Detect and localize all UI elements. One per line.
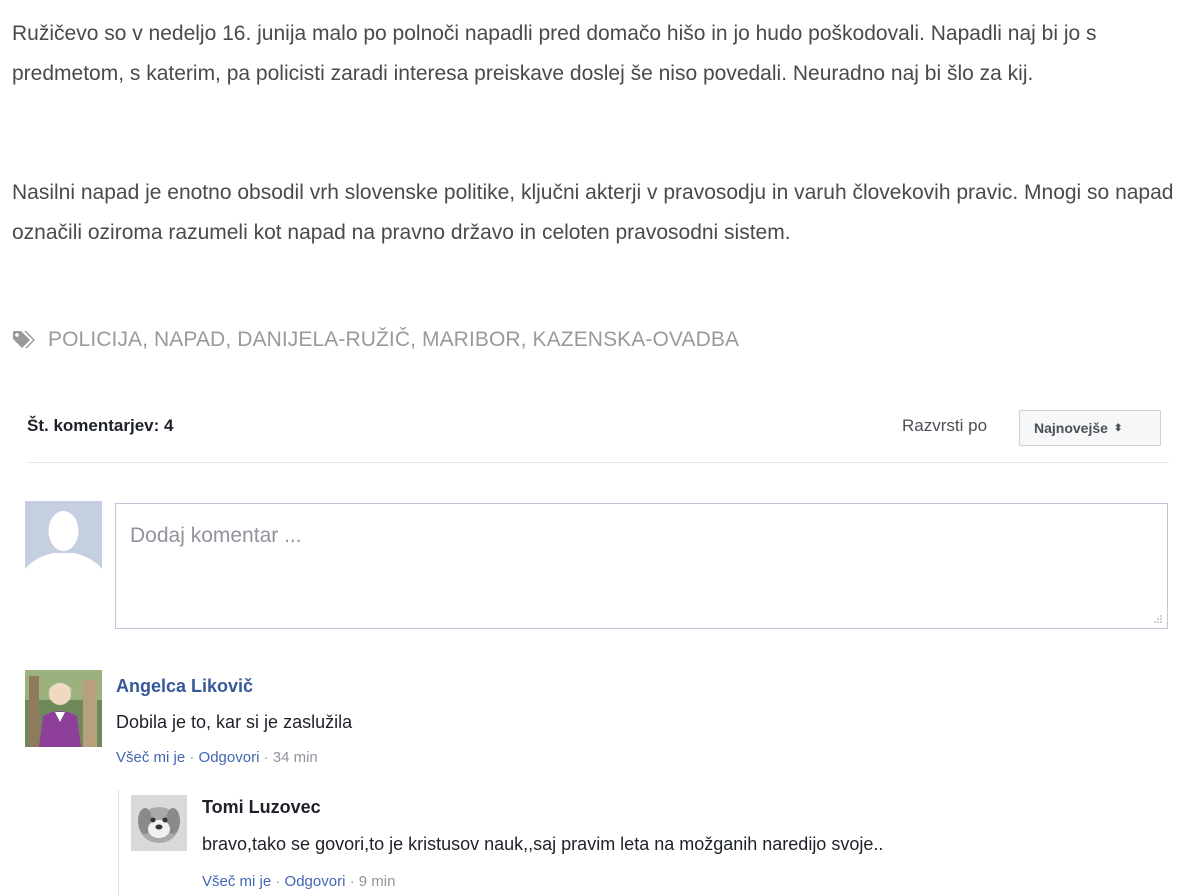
reply-link[interactable]: Odgovori xyxy=(285,873,346,890)
separator: · xyxy=(189,749,195,766)
comment-composer-placeholder: Dodaj komentar ... xyxy=(130,524,302,547)
tag-icon xyxy=(13,331,35,348)
comment-count: Št. komentarjev: 4 xyxy=(27,416,174,435)
like-link[interactable]: Všeč mi je xyxy=(202,873,271,890)
resize-grip-icon[interactable] xyxy=(1153,614,1163,624)
tag-list[interactable]: POLICIJA, NAPAD, DANIJELA-RUŽIČ, MARIBOR… xyxy=(48,328,739,352)
comment-actions: Všeč mi je · Odgovori · 9 min xyxy=(202,873,395,890)
article-paragraph: Nasilni napad je enotno obsodil vrh slov… xyxy=(12,181,1174,244)
comment-timestamp[interactable]: 9 min xyxy=(359,873,396,890)
article-paragraph: Ružičevo so v nedeljo 16. junija malo po… xyxy=(12,22,1097,85)
avatar xyxy=(25,501,102,578)
separator: · xyxy=(349,873,355,890)
sort-label: Razvrsti po xyxy=(902,416,988,435)
avatar[interactable] xyxy=(131,795,187,851)
comment-author[interactable]: Angelca Likovič xyxy=(116,676,253,697)
default-avatar-icon xyxy=(25,501,102,578)
comment-author[interactable]: Tomi Luzovec xyxy=(202,797,321,818)
divider xyxy=(27,462,1169,463)
comment-text: Dobila je to, kar si je zaslužila xyxy=(116,712,353,732)
sort-caret-icon: ⬍ xyxy=(1113,422,1123,434)
reply-thread-line xyxy=(118,790,119,896)
comment-composer[interactable]: Dodaj komentar ... xyxy=(115,503,1168,629)
like-link[interactable]: Všeč mi je xyxy=(116,749,185,766)
comment-text: bravo,tako se govori,to je kristusov nau… xyxy=(202,834,884,854)
separator: · xyxy=(275,873,281,890)
avatar[interactable] xyxy=(25,670,102,747)
sort-select-value: Najnovejše xyxy=(1034,420,1108,436)
comment-actions: Všeč mi je · Odgovori · 34 min xyxy=(116,749,318,766)
separator: · xyxy=(263,749,269,766)
comment-timestamp[interactable]: 34 min xyxy=(273,749,318,766)
user-photo-icon xyxy=(25,670,102,747)
reply-link[interactable]: Odgovori xyxy=(199,749,260,766)
sort-select[interactable]: Najnovejše ⬍ xyxy=(1019,410,1161,446)
user-photo-icon xyxy=(131,795,187,851)
article-tags: POLICIJA, NAPAD, DANIJELA-RUŽIČ, MARIBOR… xyxy=(12,328,739,352)
